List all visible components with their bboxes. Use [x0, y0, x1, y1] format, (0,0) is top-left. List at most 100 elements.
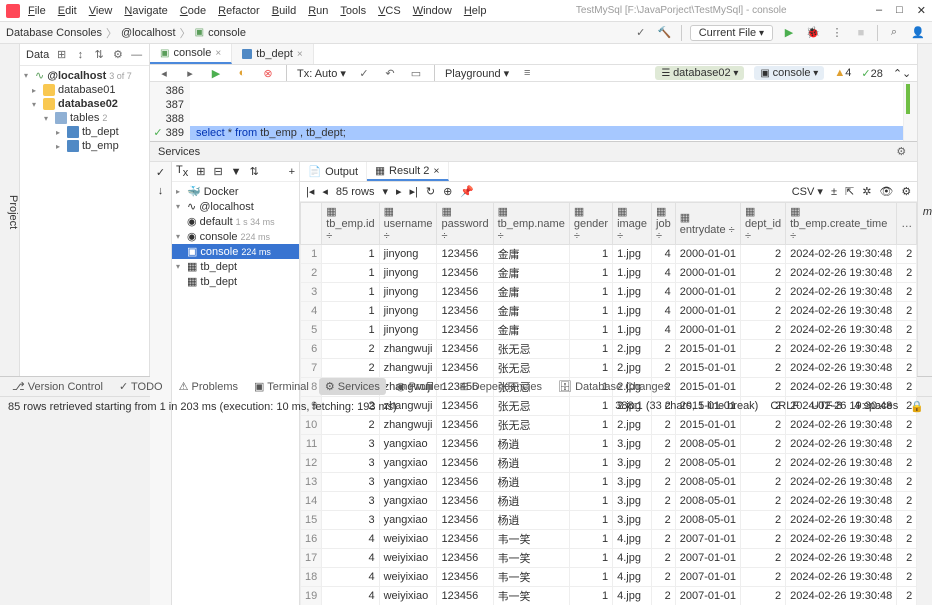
tree-table[interactable]: ▸ tb_emp — [20, 139, 149, 153]
encoding[interactable]: UTF-8 — [811, 400, 842, 413]
service-session[interactable]: ◉ default 1 s 34 ms — [172, 214, 299, 229]
more-icon[interactable]: ⋮ — [829, 25, 845, 41]
console-pill[interactable]: ▣ console ▾ — [754, 66, 824, 80]
menu-view[interactable]: View — [89, 5, 113, 17]
table-row[interactable]: 174weiyixiao123456韦一笑14.jpg22007-01-0122… — [301, 549, 917, 568]
bottom-tab-problems[interactable]: ⚠ Problems — [173, 378, 244, 395]
service-console-node[interactable]: ▾◉ console 224 ms — [172, 229, 299, 244]
refresh-icon[interactable]: ↕ — [74, 47, 87, 63]
menu-vcs[interactable]: VCS — [378, 5, 401, 17]
column-header[interactable]: ▦ job ÷ — [652, 203, 676, 245]
service-table[interactable]: ▾▦ tb_dept — [172, 259, 299, 274]
column-header[interactable]: ▦ dept_id ÷ — [741, 203, 786, 245]
view-icon[interactable]: ≡ — [519, 65, 535, 81]
pin-icon[interactable]: 📌 — [460, 185, 474, 198]
settings-icon[interactable]: 👤 — [910, 25, 926, 41]
gear-icon[interactable]: ⚙ — [893, 144, 909, 160]
column-header[interactable]: ▦ gender ÷ — [569, 203, 612, 245]
column-header[interactable]: ▦ tb_emp.id ÷ — [322, 203, 379, 245]
menu-run[interactable]: Run — [308, 5, 328, 17]
rollback-icon[interactable]: ↶ — [382, 65, 398, 81]
add-icon[interactable]: + — [289, 166, 295, 178]
column-header[interactable]: ▦ tb_emp.create_time ÷ — [786, 203, 897, 245]
isolate-icon[interactable]: ▭ — [408, 65, 424, 81]
check-icon[interactable]: ✓ — [156, 166, 165, 179]
tree-tables-folder[interactable]: ▾ tables 2 — [20, 111, 149, 125]
close-tab-icon[interactable]: × — [297, 49, 303, 60]
table-row[interactable]: 21jinyong123456金庸11.jpg42000-01-0122024-… — [301, 264, 917, 283]
build-icon[interactable]: 🔨 — [657, 25, 673, 41]
line-sep[interactable]: CRLF — [770, 400, 799, 413]
result-tab-result2[interactable]: ▦ Result 2 × — [367, 162, 448, 181]
bottom-tab-profiler[interactable]: ◉ Profiler — [390, 378, 450, 395]
minimize-icon[interactable]: – — [876, 4, 882, 17]
menu-navigate[interactable]: Navigate — [124, 5, 167, 17]
tree-table[interactable]: ▸ tb_dept — [20, 125, 149, 139]
tx-mode-dropdown[interactable]: Tx: Auto ▾ — [297, 67, 346, 80]
bottom-tab-database-changes[interactable]: 🗄 Database Changes — [552, 378, 675, 395]
bottom-tab-services[interactable]: ⚙ Services — [319, 378, 386, 395]
bottom-tab-todo[interactable]: ✓ TODO — [113, 378, 169, 395]
menu-edit[interactable]: Edit — [58, 5, 77, 17]
service-datasource[interactable]: ▾∿ @localhost — [172, 199, 299, 214]
breadcrumb-item[interactable]: console — [208, 27, 246, 39]
tab-tbdept[interactable]: tb_dept× — [232, 44, 314, 64]
project-tool-button[interactable]: Project — [7, 195, 19, 229]
table-row[interactable]: 72zhangwuji123456张无忌12.jpg22015-01-01220… — [301, 359, 917, 378]
table-row[interactable]: 51jinyong123456金庸11.jpg42000-01-0122024-… — [301, 321, 917, 340]
eye-icon[interactable]: 👁 — [879, 185, 893, 198]
service-console-run[interactable]: ▣ console 224 ms — [172, 244, 299, 259]
export-icon[interactable]: ± — [831, 186, 837, 198]
next-page-icon[interactable]: ▸ — [396, 185, 402, 198]
bottom-tab-dependencies[interactable]: ⊞ Dependencies — [453, 378, 548, 395]
last-page-icon[interactable]: ▸| — [410, 185, 418, 198]
indent[interactable]: 4 spaces — [854, 400, 898, 413]
collapse-icon[interactable]: ⊟ — [213, 165, 222, 178]
column-header[interactable]: ▦ tb_emp.name ÷ — [493, 203, 569, 245]
menu-file[interactable]: File — [28, 5, 46, 17]
bottom-tab-terminal[interactable]: ▣ Terminal — [248, 378, 315, 395]
reload-icon[interactable]: ↻ — [426, 185, 435, 198]
breadcrumb-item[interactable]: Database Consoles — [6, 27, 102, 39]
csv-dropdown[interactable]: CSV ▾ — [792, 185, 823, 198]
gear-icon[interactable]: ⚙ — [901, 185, 911, 198]
menu-code[interactable]: Code — [180, 5, 206, 17]
import-icon[interactable]: ⇱ — [845, 185, 854, 198]
table-row[interactable]: 133yangxiao123456杨逍13.jpg22008-05-012202… — [301, 473, 917, 492]
result-tab-output[interactable]: 📄 Output — [300, 162, 367, 181]
filter-icon[interactable]: ⇅ — [93, 47, 106, 63]
debug-icon[interactable]: 🐞 — [805, 25, 821, 41]
menu-tools[interactable]: Tools — [340, 5, 366, 17]
first-page-icon[interactable]: |◂ — [306, 185, 314, 198]
maximize-icon[interactable]: □ — [896, 4, 903, 17]
close-tab-icon[interactable]: × — [215, 48, 221, 59]
schema-pill[interactable]: ☰ database02 ▾ — [655, 66, 744, 80]
commit-icon[interactable]: ✓ — [356, 65, 372, 81]
table-row[interactable]: 41jinyong123456金庸11.jpg42000-01-0122024-… — [301, 302, 917, 321]
tree-schema[interactable]: ▾ database02 — [20, 97, 149, 111]
back-icon[interactable]: ✓ — [633, 25, 649, 41]
sql-editor[interactable]: 386387388 ✓ 389 select * from tb_emp , t… — [150, 82, 917, 141]
table-row[interactable]: 153yangxiao123456杨逍13.jpg22008-05-012202… — [301, 511, 917, 530]
table-row[interactable]: 123yangxiao123456杨逍13.jpg22008-05-012202… — [301, 454, 917, 473]
menu-help[interactable]: Help — [464, 5, 487, 17]
chevron-updown-icon[interactable]: ⌃⌄ — [893, 67, 911, 80]
bottom-tab-version-control[interactable]: ⎇ Version Control — [6, 378, 109, 395]
view-mode-icon[interactable]: ✲ — [862, 185, 871, 198]
stop-icon[interactable]: ↓ — [158, 185, 164, 197]
table-row[interactable]: 184weiyixiao123456韦一笑14.jpg22007-01-0122… — [301, 568, 917, 587]
caret-position[interactable]: 388:1 (33 chars, 1 line break) — [615, 400, 758, 413]
run-config-dropdown[interactable]: Current File ▾ — [690, 25, 773, 41]
search-icon[interactable]: ⌕ — [886, 25, 902, 41]
stop-icon[interactable]: ■ — [853, 25, 869, 41]
history-left-icon[interactable]: ◂ — [156, 65, 172, 81]
table-row[interactable]: 143yangxiao123456杨逍13.jpg22008-05-012202… — [301, 492, 917, 511]
table-row[interactable]: 31jinyong123456金庸11.jpg42000-01-0122024-… — [301, 283, 917, 302]
column-header[interactable]: ▦ image ÷ — [613, 203, 652, 245]
table-row[interactable]: 11jinyong123456金庸11.jpg42000-01-0122024-… — [301, 245, 917, 264]
service-table-child[interactable]: ▦ tb_dept — [172, 274, 299, 289]
column-header[interactable]: ▦ username ÷ — [379, 203, 437, 245]
history-right-icon[interactable]: ▸ — [182, 65, 198, 81]
menu-build[interactable]: Build — [272, 5, 296, 17]
add-icon[interactable]: ⊞ — [55, 47, 68, 63]
